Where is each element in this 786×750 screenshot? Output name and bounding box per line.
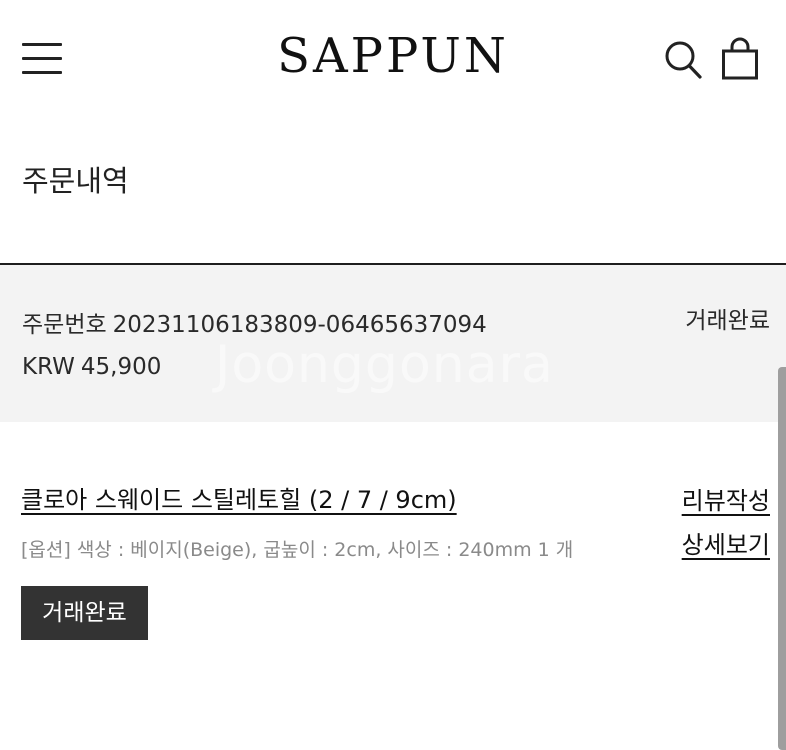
order-amount-value: 45,900 [80, 354, 162, 380]
order-currency: KRW [22, 354, 75, 380]
page-title: 주문내역 [22, 164, 129, 198]
status-badge: 거래완료 [21, 586, 148, 640]
order-summary: Joonggonara 주문번호 20231106183809-064656370… [0, 265, 786, 422]
order-number-row: 주문번호 20231106183809-06465637094 [22, 309, 487, 341]
order-amount: KRW 45,900 [22, 351, 161, 383]
view-detail-link[interactable]: 상세보기 [682, 528, 770, 562]
search-icon[interactable] [664, 40, 702, 80]
watermark: Joonggonara [215, 335, 554, 395]
product-name-link[interactable]: 클로아 스웨이드 스틸레토힐 (2 / 7 / 9cm) [21, 483, 457, 517]
order-status: 거래완료 [685, 308, 770, 334]
order-number-label: 주문번호 [22, 312, 107, 338]
scrollbar[interactable] [778, 367, 786, 750]
write-review-link[interactable]: 리뷰작성 [682, 484, 770, 518]
order-number: 20231106183809-06465637094 [112, 312, 487, 338]
site-header: SAPPUN [0, 0, 786, 120]
product-option: [옵션] 색상 : 베이지(Beige), 굽높이 : 2cm, 사이즈 : 2… [21, 539, 574, 561]
shopping-bag-icon[interactable] [720, 37, 760, 81]
